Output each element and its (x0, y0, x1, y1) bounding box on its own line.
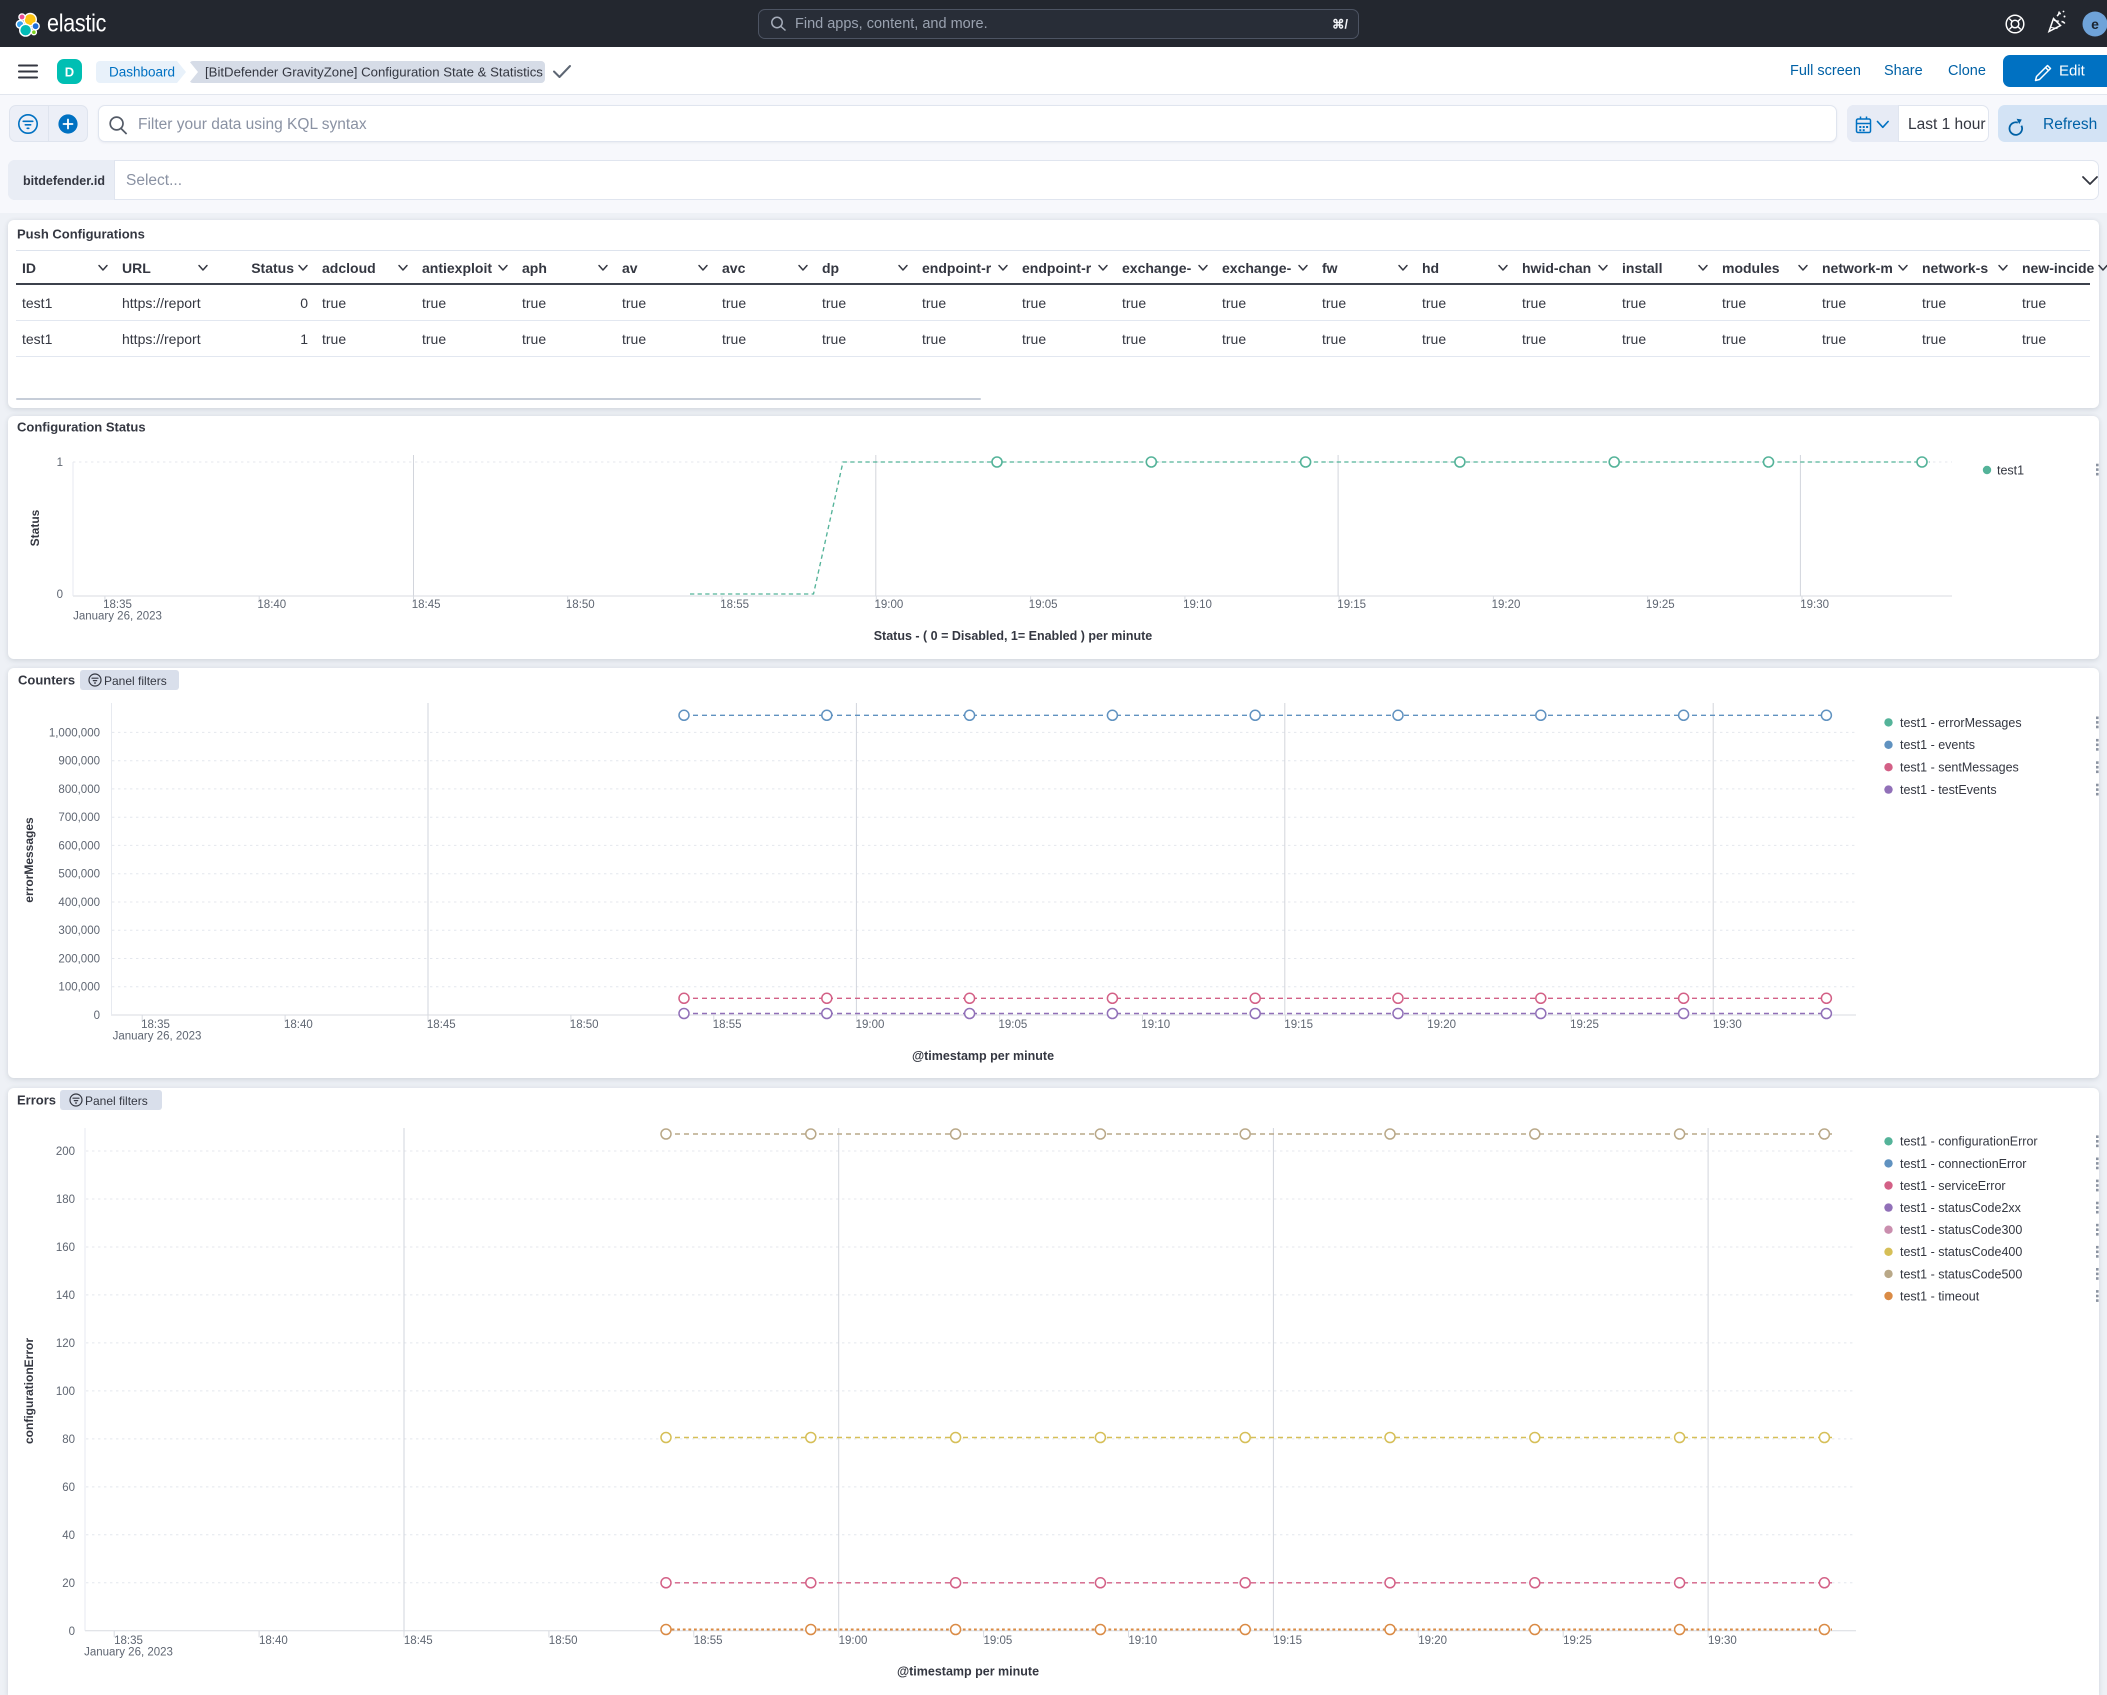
svg-text:800,000: 800,000 (58, 784, 100, 796)
svg-text:160: 160 (56, 1242, 75, 1254)
svg-text:0: 0 (69, 1626, 75, 1638)
svg-text:200: 200 (56, 1146, 75, 1158)
svg-text:19:25: 19:25 (1563, 1635, 1592, 1647)
svg-text:18:40: 18:40 (284, 1019, 313, 1031)
svg-text:140: 140 (56, 1290, 75, 1302)
svg-text:100: 100 (56, 1386, 75, 1398)
svg-text:18:45: 18:45 (412, 599, 441, 611)
svg-text:18:45: 18:45 (404, 1635, 433, 1647)
svg-text:test1 - statusCode2xx: test1 - statusCode2xx (1900, 1201, 2022, 1215)
svg-text:19:20: 19:20 (1492, 599, 1521, 611)
svg-text:900,000: 900,000 (58, 756, 100, 768)
svg-text:500,000: 500,000 (58, 869, 100, 881)
svg-text:19:00: 19:00 (839, 1635, 868, 1647)
svg-text:test1 - configurationError: test1 - configurationError (1900, 1135, 2038, 1149)
svg-text:19:30: 19:30 (1708, 1635, 1737, 1647)
svg-text:19:00: 19:00 (856, 1019, 885, 1031)
svg-text:19:30: 19:30 (1800, 599, 1829, 611)
svg-text:19:10: 19:10 (1183, 599, 1212, 611)
svg-text:300,000: 300,000 (58, 925, 100, 937)
svg-text:Status: Status (28, 509, 42, 546)
svg-text:19:05: 19:05 (984, 1635, 1013, 1647)
svg-text:test1 - statusCode500: test1 - statusCode500 (1900, 1267, 2022, 1281)
svg-text:200,000: 200,000 (58, 954, 100, 966)
svg-text:0: 0 (94, 1010, 100, 1022)
svg-text:19:05: 19:05 (1029, 599, 1058, 611)
svg-text:test1 - events: test1 - events (1900, 738, 1975, 752)
svg-text:19:00: 19:00 (875, 599, 904, 611)
svg-text:18:35: 18:35 (103, 599, 132, 611)
svg-text:January 26, 2023: January 26, 2023 (113, 1031, 202, 1043)
svg-text:19:15: 19:15 (1273, 1635, 1302, 1647)
svg-text:20: 20 (62, 1578, 75, 1590)
svg-text:@timestamp per minute: @timestamp per minute (912, 1049, 1054, 1063)
svg-text:700,000: 700,000 (58, 812, 100, 824)
svg-text:18:35: 18:35 (141, 1019, 170, 1031)
svg-text:80: 80 (62, 1434, 75, 1446)
svg-text:100,000: 100,000 (58, 982, 100, 994)
svg-text:January 26, 2023: January 26, 2023 (84, 1647, 173, 1659)
svg-text:19:20: 19:20 (1418, 1635, 1447, 1647)
svg-text:1,000,000: 1,000,000 (49, 727, 100, 739)
svg-text:0: 0 (57, 589, 63, 601)
svg-text:19:10: 19:10 (1128, 1635, 1157, 1647)
svg-text:test1 - errorMessages: test1 - errorMessages (1900, 716, 2022, 730)
svg-text:19:30: 19:30 (1713, 1019, 1742, 1031)
svg-text:1: 1 (57, 457, 63, 469)
svg-text:19:15: 19:15 (1284, 1019, 1313, 1031)
svg-text:test1: test1 (1997, 464, 2024, 478)
svg-text:19:10: 19:10 (1141, 1019, 1170, 1031)
svg-text:18:55: 18:55 (694, 1635, 723, 1647)
svg-text:180: 180 (56, 1194, 75, 1206)
svg-text:400,000: 400,000 (58, 897, 100, 909)
svg-text:60: 60 (62, 1482, 75, 1494)
svg-text:test1 - testEvents: test1 - testEvents (1900, 783, 1997, 797)
svg-text:600,000: 600,000 (58, 840, 100, 852)
svg-text:18:40: 18:40 (257, 599, 286, 611)
svg-text:test1 - statusCode300: test1 - statusCode300 (1900, 1223, 2022, 1237)
svg-text:19:20: 19:20 (1427, 1019, 1456, 1031)
svg-text:configurationError: configurationError (22, 1338, 36, 1444)
svg-text:test1 - connectionError: test1 - connectionError (1900, 1157, 2026, 1171)
svg-text:18:35: 18:35 (114, 1635, 143, 1647)
svg-text:19:05: 19:05 (999, 1019, 1028, 1031)
svg-text:18:55: 18:55 (713, 1019, 742, 1031)
svg-text:January 26, 2023: January 26, 2023 (73, 611, 162, 623)
svg-text:120: 120 (56, 1338, 75, 1350)
svg-text:18:50: 18:50 (570, 1019, 599, 1031)
svg-text:errorMessages: errorMessages (22, 817, 36, 903)
svg-text:19:15: 19:15 (1337, 599, 1366, 611)
svg-text:18:40: 18:40 (259, 1635, 288, 1647)
svg-text:18:50: 18:50 (566, 599, 595, 611)
svg-text:40: 40 (62, 1530, 75, 1542)
svg-text:test1 - serviceError: test1 - serviceError (1900, 1179, 2006, 1193)
svg-text:19:25: 19:25 (1570, 1019, 1599, 1031)
svg-text:19:25: 19:25 (1646, 599, 1675, 611)
svg-text:18:45: 18:45 (427, 1019, 456, 1031)
svg-text:test1 - statusCode400: test1 - statusCode400 (1900, 1245, 2022, 1259)
svg-text:Status - ( 0 = Disabled, 1= En: Status - ( 0 = Disabled, 1= Enabled ) pe… (874, 629, 1153, 643)
svg-text:18:50: 18:50 (549, 1635, 578, 1647)
svg-text:test1 - sentMessages: test1 - sentMessages (1900, 761, 2019, 775)
svg-text:@timestamp per minute: @timestamp per minute (897, 1665, 1039, 1679)
svg-text:test1 - timeout: test1 - timeout (1900, 1289, 1980, 1303)
svg-text:18:55: 18:55 (720, 599, 749, 611)
